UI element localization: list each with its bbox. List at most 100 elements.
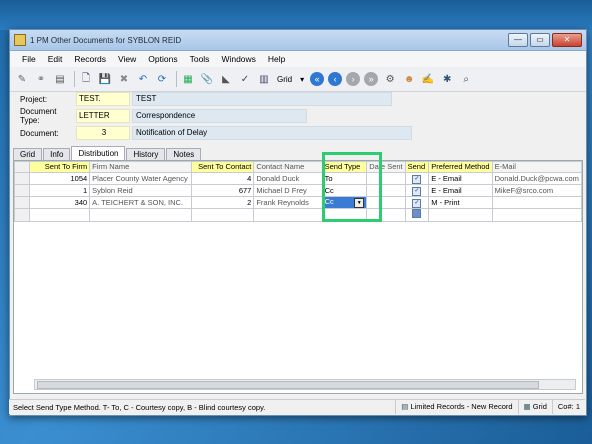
send-checkbox-cell[interactable]: ✓ (404, 172, 430, 185)
column-preferred-method[interactable]: Preferred Method (428, 161, 493, 173)
column-email[interactable]: E-Mail (491, 161, 583, 173)
menu-options[interactable]: Options (142, 54, 183, 64)
edit-icon[interactable]: ✎ (14, 71, 30, 87)
row-selector[interactable] (13, 184, 31, 197)
row-selector[interactable] (13, 172, 31, 185)
checkbox-empty-icon[interactable] (412, 209, 422, 218)
tools-icon[interactable]: ⚙ (382, 71, 398, 87)
scrollbar-thumb[interactable] (37, 381, 539, 389)
menu-tools[interactable]: Tools (184, 54, 216, 64)
sent-to-firm-cell[interactable]: 340 (29, 196, 91, 209)
minimize-button[interactable]: — (508, 33, 528, 47)
users-icon[interactable]: ☻ (401, 71, 417, 87)
next-record-icon[interactable]: › (346, 72, 361, 86)
document-label: Document: (20, 128, 59, 138)
attach-icon[interactable]: 📎 (199, 71, 215, 87)
new-record-row[interactable] (13, 208, 583, 222)
document-type-code-field[interactable]: LETTER (76, 109, 130, 123)
company-status: Co#: 1 (551, 400, 585, 414)
checkbox-checked-icon[interactable]: ✓ (412, 199, 422, 208)
sent-to-firm-cell[interactable] (29, 208, 91, 222)
sent-to-contact-cell[interactable]: 2 (190, 196, 255, 209)
send-checkbox-cell[interactable]: ✓ (404, 184, 430, 197)
table-row[interactable]: 340 A. TEICHERT & SON, INC. 2 Frank Reyn… (13, 196, 583, 209)
delete-icon[interactable]: ✖ (116, 71, 132, 87)
menu-records[interactable]: Records (68, 54, 112, 64)
menu-view[interactable]: View (112, 54, 142, 64)
toolbar-separator (176, 71, 177, 87)
tab-distribution[interactable]: Distribution (71, 146, 126, 161)
table-row[interactable]: 1 Syblon Reid 677 Michael D Frey Cc ✓ E … (13, 184, 583, 197)
preferred-method-cell[interactable]: E - Email (428, 172, 493, 185)
checkbox-checked-icon[interactable]: ✓ (412, 175, 422, 184)
firm-name-cell (89, 208, 192, 222)
preferred-method-cell[interactable]: M - Print (428, 196, 493, 209)
tab-strip: Grid Info Distribution History Notes (13, 146, 202, 161)
sent-to-contact-cell[interactable]: 677 (190, 184, 255, 197)
column-firm-name[interactable]: Firm Name (89, 161, 192, 173)
send-checkbox-cell[interactable] (404, 208, 430, 222)
status-message: Select Send Type Method. T- To, C - Cour… (13, 402, 266, 412)
undo-icon[interactable]: ↶ (135, 71, 151, 87)
chevron-down-icon[interactable]: ▾ (298, 75, 306, 84)
new-icon[interactable]: 🗋 (78, 71, 94, 87)
column-sent-to-firm[interactable]: Sent To Firm (29, 161, 91, 173)
contact-name-cell: Donald Duck (253, 172, 323, 185)
column-send[interactable]: Send (404, 161, 430, 173)
title-bar: 1 PM Other Documents for SYBLON REID — ▭… (10, 30, 586, 51)
records-status-text: Limited Records - New Record (410, 402, 513, 411)
document-number-field[interactable]: 3 (76, 126, 130, 140)
row-selector[interactable] (13, 208, 31, 222)
link-icon[interactable]: ⚭ (33, 71, 49, 87)
project-label: Project: (20, 94, 48, 104)
search-icon[interactable]: ⌕ (458, 71, 474, 87)
menu-windows[interactable]: Windows (215, 54, 261, 64)
document-description: Notification of Delay (132, 126, 412, 140)
email-cell (491, 196, 583, 209)
refresh-icon[interactable]: ⟳ (154, 71, 170, 87)
table-row[interactable]: 1054 Placer County Water Agency 4 Donald… (13, 172, 583, 185)
preferred-method-cell[interactable] (428, 208, 493, 222)
email-cell: MikeF@srco.com (491, 184, 583, 197)
grid-view-icon[interactable]: ▥ (256, 71, 272, 87)
tag-icon[interactable]: ◣ (218, 71, 234, 87)
column-contact-name[interactable]: Contact Name (253, 161, 323, 173)
sent-to-contact-cell[interactable] (190, 208, 255, 222)
calculator-icon[interactable]: ▦ (180, 71, 196, 87)
sent-to-firm-cell[interactable]: 1054 (29, 172, 91, 185)
project-description: TEST (132, 92, 392, 106)
sent-to-contact-cell[interactable]: 4 (190, 172, 255, 185)
settings-icon[interactable]: ✱ (439, 71, 455, 87)
column-sent-to-contact[interactable]: Sent To Contact (190, 161, 255, 173)
save-icon[interactable]: 💾 (97, 71, 113, 87)
highlight-annotation (322, 152, 382, 222)
menu-edit[interactable]: Edit (42, 54, 69, 64)
project-row: Project: TEST. TEST (20, 92, 392, 106)
row-selector[interactable] (13, 196, 31, 209)
report-icon[interactable]: ✍ (420, 71, 436, 87)
spellcheck-icon[interactable]: ✓ (237, 71, 253, 87)
print-icon[interactable]: ▤ (52, 71, 68, 87)
close-button[interactable]: ✕ (552, 33, 582, 47)
menu-bar: File Edit Records View Options Tools Win… (10, 51, 586, 67)
menu-file[interactable]: File (16, 54, 42, 64)
last-record-icon[interactable]: » (364, 72, 379, 86)
project-code-field[interactable]: TEST. (76, 92, 130, 106)
app-icon (14, 34, 26, 46)
contact-name-cell: Frank Reynolds (253, 196, 323, 209)
document-type-label: Document Type: (20, 107, 57, 125)
distribution-table: Sent To Firm Firm Name Sent To Contact C… (13, 161, 583, 222)
window-title: 1 PM Other Documents for SYBLON REID (30, 35, 182, 45)
sent-to-firm-cell[interactable]: 1 (29, 184, 91, 197)
maximize-button[interactable]: ▭ (530, 33, 550, 47)
send-checkbox-cell[interactable]: ✓ (404, 196, 430, 209)
distribution-grid: Sent To Firm Firm Name Sent To Contact C… (13, 160, 583, 394)
horizontal-scrollbar[interactable] (34, 379, 576, 390)
checkbox-checked-icon[interactable]: ✓ (412, 187, 422, 196)
menu-help[interactable]: Help (262, 54, 291, 64)
preferred-method-cell[interactable]: E - Email (428, 184, 493, 197)
first-record-icon[interactable]: « (310, 72, 325, 86)
previous-record-icon[interactable]: ‹ (328, 72, 343, 86)
toolbar-separator (74, 71, 75, 87)
grid-view-label[interactable]: Grid (275, 75, 294, 84)
